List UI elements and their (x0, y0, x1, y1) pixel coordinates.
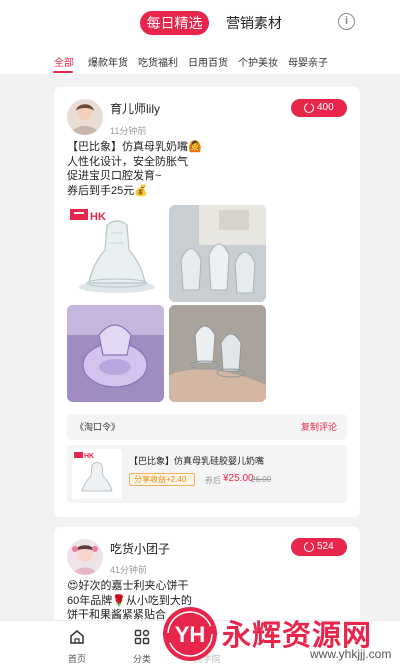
category-food[interactable]: 吃货福利 (138, 54, 178, 69)
share-icon (304, 101, 314, 113)
tab-home[interactable]: 首页 (47, 621, 107, 666)
category-beauty[interactable]: 个护美妆 (238, 54, 278, 69)
post-text-line: 【巴比象】仿真母乳奶嘴🙆 (67, 141, 202, 153)
tab-home-label: 首页 (67, 654, 86, 664)
info-circle-icon[interactable]: i (338, 13, 355, 30)
photo-logo: HK (90, 211, 106, 223)
active-category-indicator (53, 71, 73, 73)
post-text-line: 人性化设计，安全防胀气 (67, 155, 188, 168)
post-time: 11分钟前 (110, 126, 147, 136)
watermark-logo-text: YH (175, 622, 206, 647)
post-photo[interactable] (169, 305, 266, 402)
grid-icon (134, 629, 150, 645)
share-count-button[interactable]: 524 (291, 538, 347, 556)
category-daily-goods[interactable]: 日用百货 (188, 54, 228, 69)
post-text: 【巴比象】仿真母乳奶嘴🙆 人性化设计，安全防胀气 促进宝贝口腔发育~ 券后到手2… (67, 140, 202, 198)
post-photo[interactable] (169, 205, 266, 302)
product-card[interactable]: HK 【巴比象】仿真母乳硅胶婴儿奶嘴 分享收益 +2.40 券后 ¥25.00 … (67, 445, 347, 503)
watermark-logo-icon: YH (163, 607, 217, 661)
post-text-line: 券后到手25元💰 (67, 184, 148, 197)
tao-code-text: 《淘口令》 (75, 422, 121, 432)
earn-amount: +2.40 (166, 475, 187, 484)
watermark: YH 永辉资源网 www.yhkjjj.com (160, 602, 392, 666)
top-bar: 每日精选 营销素材 i (0, 0, 400, 44)
post-photo[interactable] (67, 305, 164, 402)
share-count: 400 (317, 102, 334, 113)
thumbnail-logo: HK (84, 453, 94, 460)
category-tabs: 全部 爆款年货 吃货福利 日用百货 个护美妆 母婴亲子 (0, 44, 400, 74)
category-all[interactable]: 全部 (54, 54, 74, 69)
tao-code-bar: 《淘口令》 复制评论 (67, 414, 347, 440)
product-price: ¥25.00 (223, 473, 254, 484)
share-count-button[interactable]: 400 (291, 99, 347, 117)
share-count: 524 (317, 541, 334, 552)
home-icon (70, 630, 84, 644)
tab-daily-picks[interactable]: 每日精选 (140, 11, 209, 35)
post-card: 育儿师lily 11分钟前 400 【巴比象】仿真母乳奶嘴🙆 人性化设计，安全防… (54, 87, 360, 517)
username[interactable]: 吃货小团子 (110, 540, 170, 557)
product-thumbnail[interactable]: HK (72, 449, 122, 499)
tab-marketing-materials[interactable]: 营销素材 (222, 11, 286, 35)
avatar[interactable] (67, 99, 103, 135)
original-price: 26.00 (251, 475, 272, 484)
after-coupon-label: 券后 (205, 476, 221, 485)
post-text-line: 😍好次的嘉士利夹心饼干 (67, 580, 189, 592)
avatar[interactable] (67, 539, 103, 575)
category-mother-baby[interactable]: 母婴亲子 (288, 54, 328, 69)
post-time: 41分钟前 (110, 565, 148, 575)
post-text-line: 促进宝贝口腔发育~ (67, 170, 162, 182)
share-icon (304, 540, 314, 552)
share-earnings-badge: 分享收益 +2.40 (129, 473, 195, 486)
username[interactable]: 育儿师lily (110, 100, 160, 117)
category-hot-newyear[interactable]: 爆款年货 (88, 54, 128, 69)
copy-comment-button[interactable]: 复制评论 (301, 414, 337, 440)
earn-label: 分享收益 (134, 475, 166, 484)
product-title[interactable]: 【巴比象】仿真母乳硅胶婴儿奶嘴 (129, 454, 264, 467)
watermark-url: www.yhkjjj.com (310, 647, 392, 661)
post-photo[interactable]: HK (67, 205, 164, 302)
